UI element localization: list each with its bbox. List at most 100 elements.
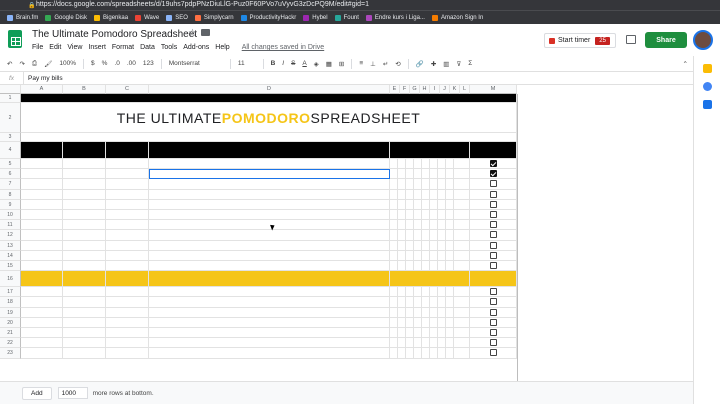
collapse-icon[interactable]: ⌃ [683, 60, 688, 68]
pomodoro-box[interactable] [398, 159, 406, 170]
pomodoro-box[interactable] [422, 230, 430, 241]
column-header[interactable]: B [63, 85, 106, 94]
column-header[interactable]: F [400, 85, 410, 94]
todo-cell[interactable] [149, 230, 390, 241]
bookmark-item[interactable]: Wave [135, 14, 159, 21]
pomodoro-box[interactable] [398, 261, 406, 272]
pomodoro-box[interactable] [446, 230, 454, 241]
pomodoro-box[interactable] [422, 297, 430, 308]
pomodoro-box[interactable] [454, 169, 470, 180]
pomodoro-box[interactable] [414, 179, 422, 190]
rotate-icon[interactable]: ⟲ [395, 60, 400, 68]
pomodoro-box[interactable] [438, 210, 446, 221]
type-cell[interactable] [63, 199, 106, 210]
start-timer-button[interactable]: Start timer 25 [544, 33, 616, 48]
number-format-select[interactable]: 123 [143, 60, 154, 67]
pomodoro-box[interactable] [454, 210, 470, 221]
calendar-icon[interactable] [703, 64, 712, 73]
pomodoro-box[interactable] [406, 210, 414, 221]
time-cell[interactable] [106, 159, 149, 170]
pomodoro-box[interactable] [446, 261, 454, 272]
row-header[interactable]: 21 [0, 328, 21, 339]
row-header[interactable]: 9 [0, 199, 21, 210]
pomodoro-box[interactable] [390, 179, 398, 190]
pomodoro-box[interactable] [422, 317, 430, 328]
task-checkbox[interactable] [489, 298, 497, 306]
task-checkbox[interactable] [489, 349, 497, 357]
pomodoro-box[interactable] [414, 199, 422, 210]
column-header[interactable]: G [410, 85, 420, 94]
pomodoro-box[interactable] [438, 159, 446, 170]
priority-cell[interactable] [21, 220, 63, 231]
task-completed-cell[interactable] [470, 297, 517, 308]
task-checkbox[interactable] [489, 308, 497, 316]
row-header[interactable]: 13 [0, 240, 21, 251]
pomodoro-box[interactable] [454, 230, 470, 241]
pomodoro-box[interactable] [390, 240, 398, 251]
todo-cell[interactable] [149, 250, 390, 261]
type-cell[interactable] [63, 287, 106, 298]
pomodoro-box[interactable] [438, 230, 446, 241]
pomodoro-box[interactable] [398, 179, 406, 190]
pomodoro-box[interactable] [414, 261, 422, 272]
task-completed-cell[interactable] [470, 210, 517, 221]
row-header[interactable]: 11 [0, 220, 21, 231]
priority-cell[interactable] [21, 348, 63, 359]
align-icon[interactable]: ≡ [359, 60, 363, 67]
print-icon[interactable]: ⎙ [32, 60, 37, 68]
task-completed-cell[interactable] [470, 261, 517, 272]
task-checkbox[interactable] [489, 288, 497, 296]
pomodoro-box[interactable] [454, 297, 470, 308]
bookmark-item[interactable]: Google Disk [45, 14, 87, 21]
pomodoro-box[interactable] [422, 210, 430, 221]
task-completed-cell[interactable] [470, 287, 517, 298]
type-cell[interactable] [63, 338, 106, 349]
task-checkbox[interactable] [489, 200, 497, 208]
pomodoro-box[interactable] [422, 307, 430, 318]
priority-cell[interactable] [21, 199, 63, 210]
menu-data[interactable]: Data [140, 44, 155, 51]
menu-format[interactable]: Format [112, 44, 134, 51]
pomodoro-box[interactable] [390, 199, 398, 210]
todo-cell[interactable] [149, 307, 390, 318]
pomodoro-box[interactable] [414, 230, 422, 241]
tasks-icon[interactable] [703, 100, 712, 109]
menu-edit[interactable]: Edit [49, 44, 61, 51]
time-cell[interactable] [106, 240, 149, 251]
fill-color-icon[interactable]: ◈ [314, 60, 319, 68]
todo-cell[interactable] [149, 261, 390, 272]
pomodoro-box[interactable] [406, 287, 414, 298]
pomodoro-box[interactable] [406, 250, 414, 261]
pomodoro-box[interactable] [390, 189, 398, 200]
pomodoro-box[interactable] [438, 348, 446, 359]
pomodoro-box[interactable] [430, 220, 438, 231]
pomodoro-box[interactable] [406, 261, 414, 272]
pomodoro-box[interactable] [422, 179, 430, 190]
pomodoro-box[interactable] [406, 317, 414, 328]
menu-view[interactable]: View [67, 44, 82, 51]
pomodoro-box[interactable] [430, 199, 438, 210]
todo-cell[interactable] [149, 169, 390, 180]
priority-cell[interactable] [21, 307, 63, 318]
function-icon[interactable]: Σ [468, 60, 472, 67]
task-checkbox[interactable] [489, 211, 497, 219]
row-header[interactable]: 10 [0, 210, 21, 221]
task-completed-cell[interactable] [470, 179, 517, 190]
pomodoro-box[interactable] [430, 210, 438, 221]
type-cell[interactable] [63, 210, 106, 221]
type-cell[interactable] [63, 307, 106, 318]
time-cell[interactable] [106, 169, 149, 180]
pomodoro-box[interactable] [438, 261, 446, 272]
todo-cell[interactable] [149, 348, 390, 359]
task-completed-cell[interactable] [470, 240, 517, 251]
pomodoro-box[interactable] [454, 159, 470, 170]
pomodoro-box[interactable] [446, 287, 454, 298]
task-completed-cell[interactable] [470, 159, 517, 170]
type-cell[interactable] [63, 169, 106, 180]
todo-cell[interactable] [149, 287, 390, 298]
pomodoro-link[interactable] [21, 133, 517, 142]
pomodoro-box[interactable] [430, 287, 438, 298]
column-header[interactable]: D [149, 85, 390, 94]
type-cell[interactable] [63, 220, 106, 231]
column-header[interactable]: H [420, 85, 430, 94]
